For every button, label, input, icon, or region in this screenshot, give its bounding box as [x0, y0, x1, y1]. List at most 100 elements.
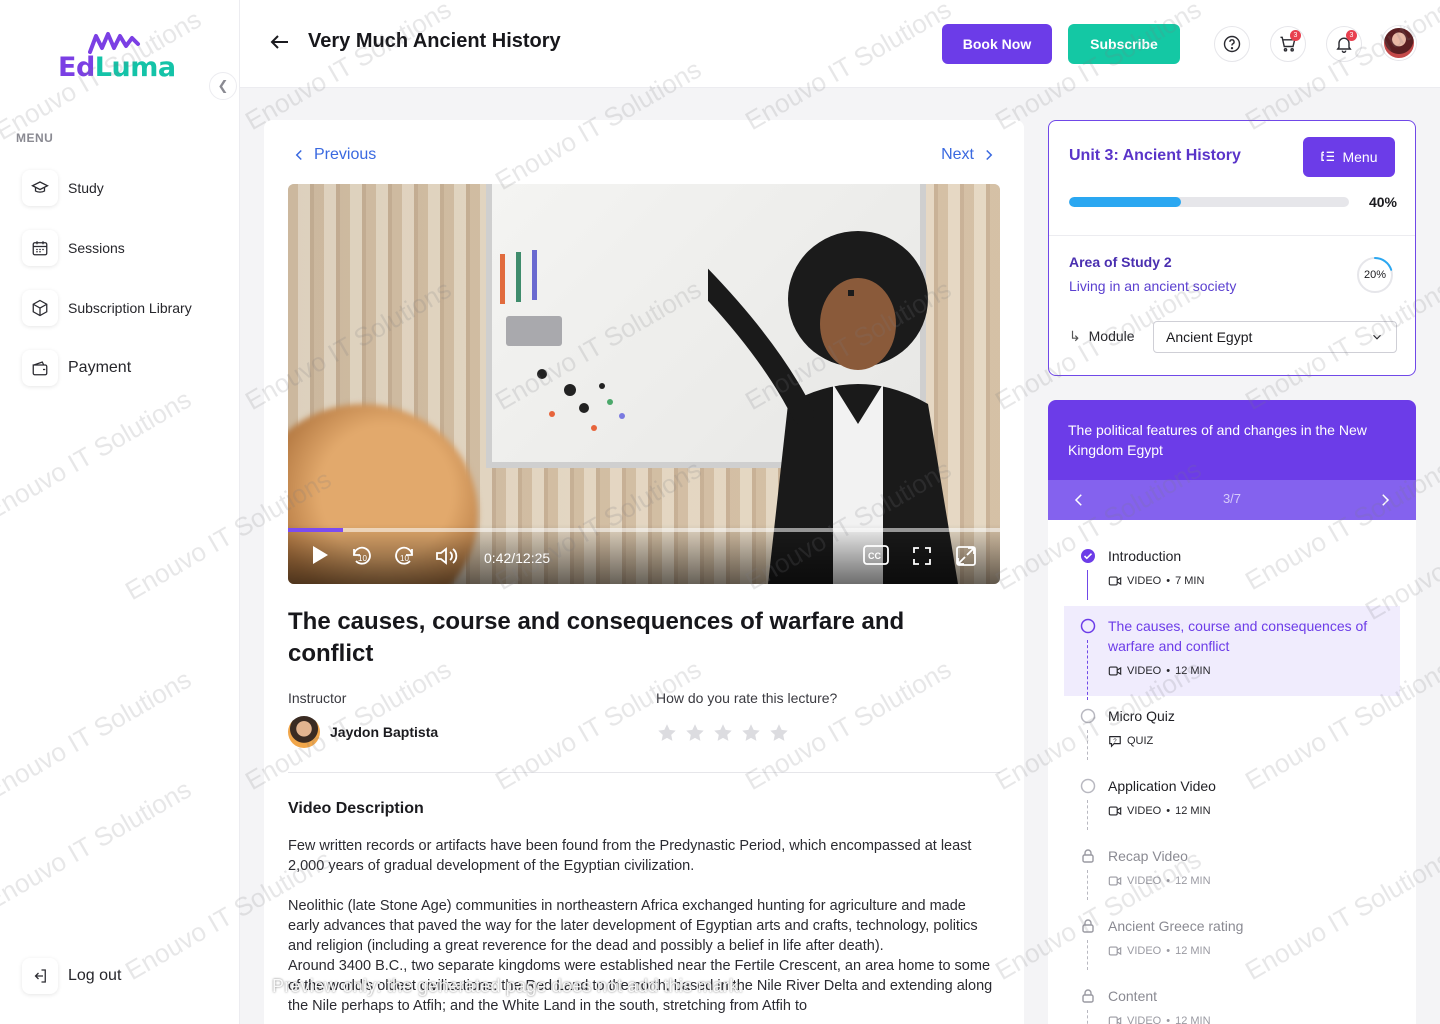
quiz-icon: ? — [1109, 736, 1121, 748]
video-time: 0:42/12:25 — [484, 550, 551, 566]
item-type: QUIZ — [1127, 735, 1154, 747]
cart-badge: 3 — [1290, 30, 1301, 41]
logout-button[interactable]: Log out — [22, 956, 121, 996]
logo-wordmark: EdLuma — [58, 52, 176, 83]
item-type: VIDEO — [1127, 575, 1162, 587]
previous-lesson-link[interactable]: Previous — [290, 146, 376, 164]
captions-button[interactable]: CC — [862, 544, 890, 566]
playlist-item[interactable]: The causes, course and consequences of w… — [1064, 606, 1400, 700]
star-icon[interactable] — [684, 722, 706, 744]
item-separator: • — [1166, 805, 1171, 817]
collapse-sidebar-button[interactable]: ❮ — [209, 72, 237, 100]
star-icon[interactable] — [712, 722, 734, 744]
item-meta: ? QUIZ — [1108, 734, 1153, 748]
unit-menu-button[interactable]: Menu — [1303, 137, 1395, 177]
module-select[interactable]: Ancient Egypt — [1153, 321, 1397, 353]
notifications-button[interactable]: 3 — [1326, 26, 1362, 62]
svg-text:CC: CC — [868, 551, 881, 561]
playlist-item[interactable]: Micro Quiz? QUIZ — [1064, 696, 1400, 760]
star-icon[interactable] — [768, 722, 790, 744]
item-type: VIDEO — [1127, 945, 1162, 957]
area-of-study-subtitle: Living in an ancient society — [1069, 278, 1237, 294]
next-label: Next — [941, 146, 974, 163]
item-duration: 7 MIN — [1175, 575, 1205, 587]
item-separator: • — [1166, 875, 1171, 887]
item-meta: VIDEO • 12 MIN — [1108, 874, 1211, 888]
lock-icon — [1082, 989, 1094, 1003]
subscribe-button[interactable]: Subscribe — [1068, 24, 1180, 64]
item-separator: • — [1166, 575, 1171, 587]
sidebar: EdLuma ❮ MENU Study Sessions Subscriptio… — [0, 0, 240, 1024]
playlist-item: Content VIDEO • 12 MIN — [1064, 976, 1400, 1024]
user-avatar[interactable] — [1382, 26, 1416, 60]
video-icon — [1108, 576, 1122, 586]
logout-label: Log out — [68, 967, 122, 984]
sidebar-item-payment[interactable]: Payment — [22, 348, 131, 388]
next-lesson-link[interactable]: Next — [941, 146, 998, 164]
pip-button[interactable] — [954, 544, 978, 568]
item-type: VIDEO — [1127, 875, 1162, 887]
menu-section-label: MENU — [16, 131, 54, 145]
top-header: Very Much Ancient History Book Now Subsc… — [240, 0, 1440, 88]
sidebar-item-subscription-library[interactable]: Subscription Library — [22, 288, 192, 328]
sidebar-item-label: Payment — [68, 359, 132, 376]
chevron-down-icon — [1373, 334, 1381, 340]
unit-progress-label: 40% — [1368, 194, 1397, 210]
item-title: Content — [1108, 988, 1158, 1004]
item-title: Ancient Greece rating — [1108, 918, 1244, 934]
help-button[interactable] — [1214, 26, 1250, 62]
minimize-icon — [956, 546, 976, 566]
item-title: Introduction — [1108, 548, 1182, 564]
description-paragraph: Around 3400 B.C., two separate kingdoms … — [288, 958, 993, 1014]
chevron-right-icon — [1382, 494, 1390, 506]
rewind-10-button[interactable]: 10 — [350, 544, 374, 568]
video-progress-bar[interactable] — [288, 528, 1000, 532]
instructor-label: Instructor — [288, 690, 347, 706]
item-state — [1080, 708, 1096, 728]
forward-10-button[interactable]: 10 — [392, 544, 416, 568]
lock-icon — [1082, 919, 1094, 933]
item-title: The causes, course and consequences of w… — [1108, 618, 1368, 654]
item-type: VIDEO — [1127, 805, 1162, 817]
book-now-button[interactable]: Book Now — [942, 24, 1052, 64]
chevron-left-icon: ❮ — [217, 78, 229, 94]
sidebar-item-study[interactable]: Study — [22, 168, 104, 208]
chevron-left-icon — [295, 149, 302, 161]
sidebar-item-sessions[interactable]: Sessions — [22, 228, 125, 268]
star-icon[interactable] — [656, 722, 678, 744]
list-tree-icon — [1321, 151, 1335, 161]
instructor-avatar — [288, 716, 320, 748]
rating-stars[interactable] — [656, 722, 790, 744]
playlist-heading: The political features of and changes in… — [1068, 422, 1367, 458]
fullscreen-button[interactable] — [910, 544, 934, 568]
box-icon — [22, 290, 58, 326]
item-state — [1080, 918, 1096, 938]
item-meta: VIDEO • 12 MIN — [1108, 664, 1211, 678]
edluma-logo[interactable]: EdLuma — [58, 30, 188, 86]
playlist-item[interactable]: Introduction VIDEO • 7 MIN — [1064, 536, 1400, 600]
playlist-item[interactable]: Application Video VIDEO • 12 MIN — [1064, 766, 1400, 830]
volume-button[interactable] — [434, 544, 460, 568]
area-of-study-title: Area of Study 2 — [1069, 254, 1172, 270]
svg-text:?: ? — [1113, 738, 1117, 745]
video-player[interactable]: 10 10 0:42/12:25 CC — [288, 184, 1000, 584]
item-state — [1080, 778, 1096, 798]
graduation-cap-icon — [22, 170, 58, 206]
wallet-icon — [22, 350, 58, 386]
video-icon — [1108, 946, 1122, 956]
back-arrow-icon[interactable] — [268, 30, 292, 58]
module-label: ↳ Module — [1069, 328, 1135, 344]
playlist-header: The political features of and changes in… — [1048, 400, 1416, 480]
svg-text:10: 10 — [400, 554, 409, 563]
rewind-10-icon: 10 — [353, 546, 371, 565]
item-state — [1080, 618, 1096, 638]
playlist-counter: 3/7 — [1222, 491, 1242, 506]
unit-title: Unit 3: Ancient History — [1069, 147, 1241, 164]
cart-button[interactable]: 3 — [1270, 26, 1306, 62]
sidebar-item-label: Study — [68, 180, 104, 196]
item-state — [1080, 988, 1096, 1008]
playlist-next-button[interactable] — [1376, 490, 1394, 514]
star-icon[interactable] — [740, 722, 762, 744]
play-button[interactable] — [310, 544, 330, 566]
instructor[interactable]: Jaydon Baptista — [288, 716, 438, 748]
